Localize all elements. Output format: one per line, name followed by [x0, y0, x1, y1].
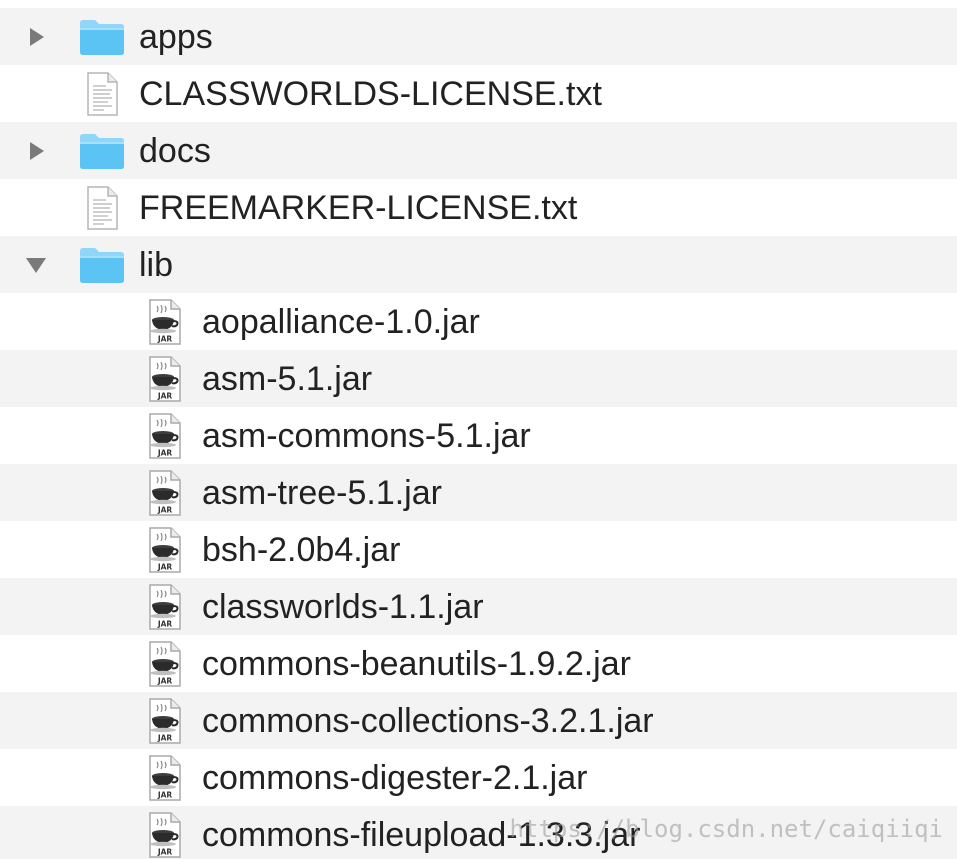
- item-name: docs: [139, 131, 211, 170]
- svg-text:JAR: JAR: [157, 391, 173, 400]
- jar-file-icon: JAR: [141, 754, 189, 802]
- jar-file-icon: JAR: [141, 412, 189, 460]
- jar-file-icon: JAR: [141, 355, 189, 403]
- svg-text:JAR: JAR: [157, 505, 173, 514]
- list-item-jar[interactable]: JAR commons-fileupload-1.3.3.jar: [0, 806, 957, 859]
- list-item-jar[interactable]: JAR aopalliance-1.0.jar: [0, 293, 957, 350]
- jar-file-icon: JAR: [141, 640, 189, 688]
- svg-text:JAR: JAR: [157, 619, 173, 628]
- item-name: apps: [139, 17, 213, 56]
- item-name: FREEMARKER-LICENSE.txt: [139, 188, 578, 227]
- text-document-icon: [78, 70, 126, 118]
- disclosure-triangle-expanded-icon[interactable]: [24, 253, 48, 277]
- item-name: bsh-2.0b4.jar: [202, 530, 401, 569]
- item-name: asm-commons-5.1.jar: [202, 416, 531, 455]
- item-name: asm-tree-5.1.jar: [202, 473, 442, 512]
- svg-text:JAR: JAR: [157, 733, 173, 742]
- list-item-docs[interactable]: docs: [0, 122, 957, 179]
- list-item-freemarker-license[interactable]: FREEMARKER-LICENSE.txt: [0, 179, 957, 236]
- item-name: asm-5.1.jar: [202, 359, 373, 398]
- disclosure-triangle-collapsed-icon[interactable]: [24, 25, 48, 49]
- list-item-jar[interactable]: JAR asm-commons-5.1.jar: [0, 407, 957, 464]
- svg-text:JAR: JAR: [157, 790, 173, 799]
- list-item-lib[interactable]: lib: [0, 236, 957, 293]
- jar-file-icon: JAR: [141, 526, 189, 574]
- list-item-jar[interactable]: JAR classworlds-1.1.jar: [0, 578, 957, 635]
- list-item-jar[interactable]: JAR asm-5.1.jar: [0, 350, 957, 407]
- jar-file-icon: JAR: [141, 469, 189, 517]
- list-item-jar[interactable]: JAR commons-beanutils-1.9.2.jar: [0, 635, 957, 692]
- svg-text:JAR: JAR: [157, 448, 173, 457]
- svg-text:JAR: JAR: [157, 562, 173, 571]
- list-item-jar[interactable]: JAR asm-tree-5.1.jar: [0, 464, 957, 521]
- item-name: CLASSWORLDS-LICENSE.txt: [139, 74, 602, 113]
- list-item-jar[interactable]: JAR commons-collections-3.2.1.jar: [0, 692, 957, 749]
- folder-icon: [78, 241, 126, 289]
- item-name: commons-digester-2.1.jar: [202, 758, 588, 797]
- item-name: lib: [139, 245, 174, 284]
- item-name: aopalliance-1.0.jar: [202, 302, 480, 341]
- jar-file-icon: JAR: [141, 697, 189, 745]
- svg-text:JAR: JAR: [157, 334, 173, 343]
- text-document-icon: [78, 184, 126, 232]
- list-item-classworlds-license[interactable]: CLASSWORLDS-LICENSE.txt: [0, 65, 957, 122]
- item-name: commons-beanutils-1.9.2.jar: [202, 644, 631, 683]
- svg-text:JAR: JAR: [157, 847, 173, 856]
- item-name: commons-fileupload-1.3.3.jar: [202, 815, 641, 854]
- folder-icon: [78, 13, 126, 61]
- list-item-apps[interactable]: apps: [0, 8, 957, 65]
- disclosure-triangle-collapsed-icon[interactable]: [24, 139, 48, 163]
- list-item-jar[interactable]: JAR bsh-2.0b4.jar: [0, 521, 957, 578]
- jar-file-icon: JAR: [141, 811, 189, 859]
- item-name: classworlds-1.1.jar: [202, 587, 484, 626]
- folder-icon: [78, 127, 126, 175]
- item-name: commons-collections-3.2.1.jar: [202, 701, 654, 740]
- jar-file-icon: JAR: [141, 583, 189, 631]
- finder-file-list: apps CLASSWORLDS-LICENSE.txt docs FREEMA…: [0, 0, 957, 859]
- list-item-jar[interactable]: JAR commons-digester-2.1.jar: [0, 749, 957, 806]
- svg-text:JAR: JAR: [157, 676, 173, 685]
- jar-file-icon: JAR: [141, 298, 189, 346]
